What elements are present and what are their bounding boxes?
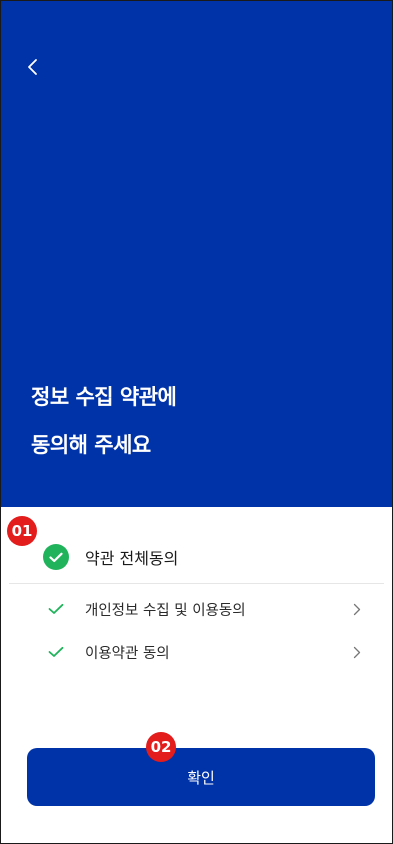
- chevron-right-icon[interactable]: [352, 645, 362, 659]
- divider: [9, 583, 384, 584]
- term-item-label: 이용약관 동의: [85, 645, 170, 662]
- term-item-terms-of-use[interactable]: 이용약관 동의: [1, 634, 392, 670]
- chevron-right-icon[interactable]: [352, 602, 362, 616]
- annotation-badge-02: 02: [146, 732, 176, 762]
- chevron-left-icon: [28, 59, 37, 75]
- check-icon: [48, 602, 64, 616]
- terms-agreement-screen: 정보 수집 약관에 동의해 주세요 01 약관 전체동의 개인정보 수집 및 이…: [0, 0, 393, 844]
- header-banner: 정보 수집 약관에 동의해 주세요: [1, 1, 392, 507]
- page-title-line-1: 정보 수집 약관에: [31, 385, 177, 409]
- confirm-button[interactable]: 확인: [27, 748, 375, 806]
- term-item-privacy[interactable]: 개인정보 수집 및 이용동의: [1, 591, 392, 627]
- agree-all-label: 약관 전체동의: [85, 549, 179, 568]
- page-title: 정보 수집 약관에 동의해 주세요: [31, 373, 177, 469]
- annotation-badge-01: 01: [7, 516, 37, 546]
- check-circle-icon: [43, 544, 69, 570]
- back-button[interactable]: [17, 49, 49, 85]
- term-item-label: 개인정보 수집 및 이용동의: [85, 602, 246, 619]
- check-icon: [48, 645, 64, 659]
- agree-all-checkbox[interactable]: 약관 전체동의: [1, 533, 392, 581]
- page-title-line-2: 동의해 주세요: [31, 433, 151, 457]
